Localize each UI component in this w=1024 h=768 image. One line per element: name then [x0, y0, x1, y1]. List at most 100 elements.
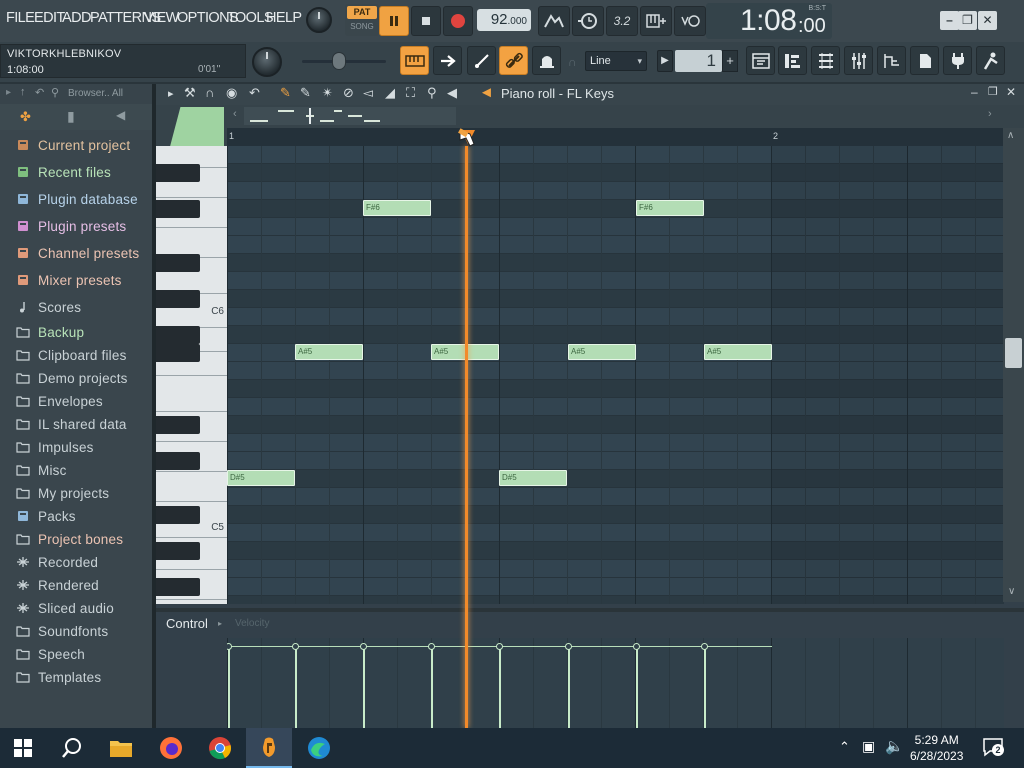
event-editor-divider[interactable] — [156, 608, 1024, 612]
add-pattern-button[interactable]: + — [722, 50, 738, 72]
pencil-icon[interactable]: ✎ — [280, 85, 291, 101]
velocity-bar[interactable] — [636, 646, 638, 728]
velocity-bar[interactable] — [568, 646, 570, 728]
pin-icon[interactable]: ↑ — [20, 86, 26, 98]
search-button[interactable] — [49, 728, 95, 768]
project-browser-button[interactable] — [910, 46, 939, 75]
playlist-button[interactable] — [746, 46, 775, 75]
snap-toggle-button[interactable] — [532, 46, 561, 75]
browser-item-backup[interactable]: Backup — [16, 321, 84, 343]
white-key[interactable] — [156, 600, 227, 604]
menu-help[interactable]: HELP — [266, 10, 302, 26]
white-key[interactable] — [156, 376, 227, 412]
browser-item-envelopes[interactable]: Envelopes — [16, 390, 103, 412]
tempo-display[interactable]: 92.000 — [477, 9, 531, 31]
firefox-button[interactable] — [148, 728, 194, 768]
browser-item-sliced-audio[interactable]: Sliced audio — [16, 597, 114, 619]
note[interactable]: A#5 — [295, 344, 363, 360]
pause-button[interactable] — [379, 6, 409, 36]
start-button[interactable] — [0, 728, 46, 768]
fl-studio-button[interactable] — [246, 728, 292, 768]
blend-notes-button[interactable] — [640, 6, 672, 36]
velocity-bar[interactable] — [295, 646, 297, 728]
note[interactable]: D#5 — [499, 470, 567, 486]
velocity-bar[interactable] — [363, 646, 365, 728]
overview-scroll[interactable] — [244, 107, 456, 125]
black-key[interactable] — [156, 542, 200, 560]
control-label[interactable]: Control — [166, 616, 208, 631]
pattern-prev-button[interactable]: ▶ — [657, 50, 673, 72]
playhead[interactable] — [465, 146, 468, 728]
black-key[interactable] — [156, 344, 200, 362]
chrome-button[interactable] — [197, 728, 243, 768]
black-key[interactable] — [156, 506, 200, 524]
black-key[interactable] — [156, 452, 200, 470]
undo-icon[interactable]: ↶ — [35, 86, 44, 99]
browser-item-current-project[interactable]: Current project — [16, 134, 130, 156]
velocity-handle[interactable] — [292, 643, 299, 650]
delete-icon[interactable]: ⊘ — [343, 85, 354, 101]
velocity-bar[interactable] — [228, 646, 230, 728]
menu-view[interactable]: VIEW — [144, 10, 179, 26]
slide-note-button[interactable] — [467, 46, 496, 75]
stamp-icon[interactable]: ◉ — [226, 85, 237, 101]
black-key[interactable] — [156, 290, 200, 308]
pat-song-toggle[interactable]: PAT SONG — [345, 4, 379, 36]
browser-item-packs[interactable]: Packs — [16, 505, 76, 527]
select-icon[interactable]: ⛶ — [406, 85, 415, 101]
browser-item-clipboard-files[interactable]: Clipboard files — [16, 344, 127, 366]
playback-icon[interactable]: ◀ — [447, 85, 457, 101]
browser-item-scores[interactable]: Scores — [16, 296, 81, 318]
stamp-preview[interactable] — [169, 107, 224, 147]
browser-item-rendered[interactable]: Rendered — [16, 574, 99, 596]
velocity-handle[interactable] — [360, 643, 367, 650]
note[interactable]: F#6 — [363, 200, 431, 216]
pattern-selector[interactable]: 1 — [675, 50, 722, 72]
slice-icon[interactable]: ◢ — [385, 85, 395, 101]
step-edit-button[interactable] — [433, 46, 462, 75]
black-key[interactable] — [156, 416, 200, 434]
velocity-grid[interactable] — [227, 638, 1004, 728]
white-key[interactable] — [156, 472, 227, 502]
channel-rack-button[interactable] — [811, 46, 840, 75]
browser-item-impulses[interactable]: Impulses — [16, 436, 94, 458]
speaker-icon[interactable]: ◄ — [479, 84, 494, 101]
browser-item-demo-projects[interactable]: Demo projects — [16, 367, 128, 389]
browser-item-recorded[interactable]: Recorded — [16, 551, 98, 573]
black-key[interactable] — [156, 254, 200, 272]
velocity-handle[interactable] — [496, 643, 503, 650]
pr-close-icon[interactable]: ✕ — [1006, 85, 1016, 99]
browser-item-plugin-presets[interactable]: Plugin presets — [16, 215, 126, 237]
piano-roll-button[interactable] — [778, 46, 807, 75]
browser-menu-arrow-icon[interactable]: ▸ — [6, 87, 11, 98]
master-pitch-knob[interactable] — [252, 47, 282, 77]
browser-item-channel-presets[interactable]: Channel presets — [16, 242, 139, 264]
zoom-icon[interactable]: ⚲ — [427, 85, 437, 101]
pr-restore-icon[interactable]: ❐ — [988, 85, 998, 98]
time-ruler[interactable]: 1 2 — [227, 128, 1004, 146]
note[interactable]: A#5 — [568, 344, 636, 360]
browser-title[interactable]: Browser.. All — [68, 88, 123, 99]
browser-item-plugin-database[interactable]: Plugin database — [16, 188, 138, 210]
browser-item-recent-files[interactable]: Recent files — [16, 161, 111, 183]
browser-item-speech[interactable]: Speech — [16, 643, 85, 665]
channel-settings-button[interactable] — [877, 46, 906, 75]
piano-keyboard[interactable]: C6 C5 — [156, 146, 227, 604]
menu-add[interactable]: ADD — [62, 10, 91, 26]
browser-item-misc[interactable]: Misc — [16, 459, 67, 481]
note-grid[interactable]: F#6 F#6 A#5 A#5 A#5 A#5 D#5 D#5 — [227, 146, 1004, 604]
scroll-left-icon[interactable]: ‹ — [233, 108, 237, 120]
link-button[interactable] — [499, 46, 528, 75]
scrollbar-thumb[interactable] — [1005, 338, 1022, 368]
velocity-handle[interactable] — [633, 643, 640, 650]
black-key[interactable] — [156, 164, 200, 182]
collapse-icon[interactable]: ✤ — [20, 109, 31, 125]
scroll-right-icon[interactable]: › — [988, 108, 992, 120]
master-volume-knob[interactable] — [306, 7, 332, 33]
pr-minimize-icon[interactable]: – — [971, 85, 978, 99]
note[interactable]: A#5 — [704, 344, 772, 360]
black-key[interactable] — [156, 578, 200, 596]
plugin-picker-button[interactable] — [943, 46, 972, 75]
touch-keyboard-button[interactable] — [976, 46, 1005, 75]
scroll-up-icon[interactable]: ∧ — [1007, 130, 1014, 141]
